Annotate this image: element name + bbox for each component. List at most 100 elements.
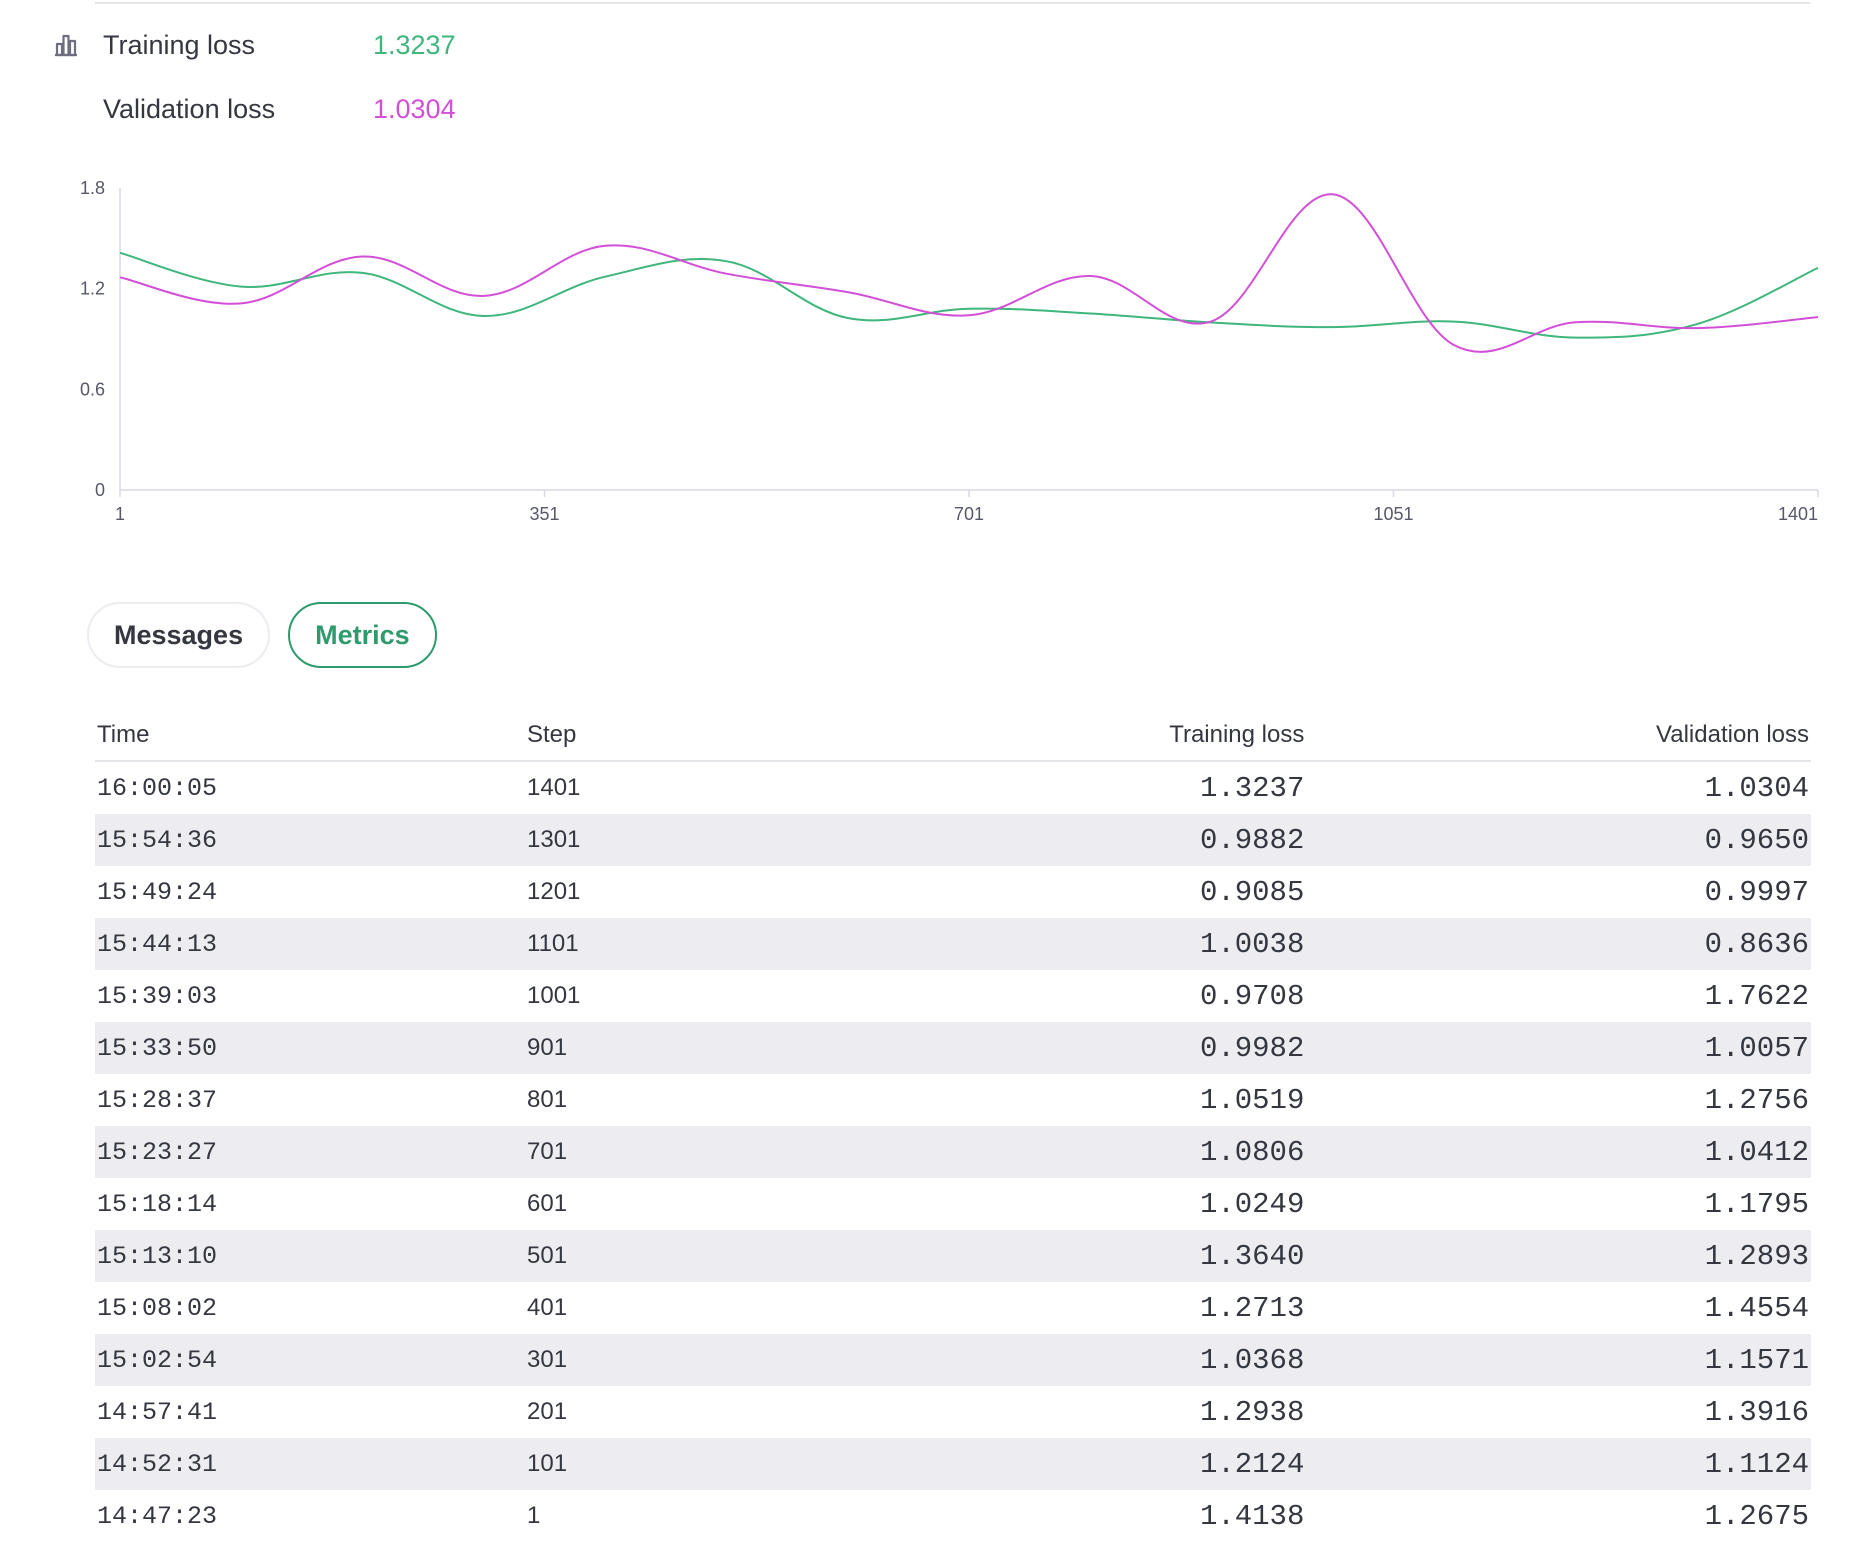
cell-validation: 1.7622	[1704, 979, 1809, 1013]
header-validation-loss: Validation loss	[1306, 710, 1811, 762]
validation-loss-value: 1.0304	[373, 93, 456, 124]
header-training-loss: Training loss	[859, 710, 1307, 762]
cell-training: 1.2938	[1199, 1395, 1305, 1429]
x-tick-label: 1	[115, 504, 125, 524]
table-body: 16:00:05 1401 1.3237 1.0304 15:54:36 1301 0.98…	[95, 761, 1811, 1542]
cell-training: 1.3237	[1199, 771, 1305, 805]
validation-loss-summary: Validation loss 1.0304	[50, 89, 456, 129]
cell-validation: 1.0412	[1306, 1126, 1811, 1178]
cell-time: 14:47:23	[97, 1501, 218, 1531]
cell-time: 15:33:50	[95, 1022, 525, 1074]
cell-validation: 0.9997	[1704, 875, 1809, 909]
metrics-table: Time Step Training loss Validation loss …	[95, 710, 1811, 1542]
cell-training: 1.3640	[859, 1230, 1307, 1282]
table-row: 15:39:03 1001 0.9708 1.7622	[95, 970, 1811, 1022]
cell-validation: 1.3916	[1704, 1395, 1809, 1429]
cell-training: 1.2713	[1199, 1291, 1305, 1325]
training-loss-summary: Training loss 1.3237	[50, 25, 456, 65]
cell-time: 15:13:10	[95, 1230, 525, 1282]
cell-time: 15:18:14	[97, 1189, 218, 1219]
cell-step: 1001	[527, 982, 581, 1009]
cell-time: 14:52:31	[95, 1438, 525, 1490]
cell-step: 401	[527, 1294, 568, 1321]
table-row: 15:08:02 401 1.2713 1.4554	[95, 1282, 1811, 1334]
table-row: 14:52:31 101 1.2124 1.1124	[95, 1438, 1811, 1490]
cell-training: 0.9882	[859, 814, 1307, 866]
cell-validation: 1.1795	[1704, 1187, 1809, 1221]
cell-time: 16:00:05	[97, 773, 218, 803]
x-tick-label: 1401	[1778, 504, 1818, 524]
cell-step: 1101	[525, 918, 859, 970]
tab-bar: Messages Metrics	[87, 602, 437, 668]
cell-time: 15:49:24	[97, 877, 218, 907]
x-tick-label: 351	[529, 504, 559, 524]
cell-training: 1.4138	[1199, 1499, 1305, 1533]
validation-loss-label: Validation loss	[103, 93, 276, 124]
cell-validation: 1.2893	[1306, 1230, 1811, 1282]
chart-lines	[119, 193, 1819, 353]
cell-time: 15:02:54	[95, 1334, 525, 1386]
y-tick-label: 1.8	[80, 178, 105, 198]
table-row: 14:47:23 1 1.4138 1.2675	[95, 1490, 1811, 1542]
cell-step: 801	[527, 1086, 568, 1113]
cell-training: 1.0249	[1199, 1187, 1305, 1221]
table-row: 15:28:37 801 1.0519 1.2756	[95, 1074, 1811, 1126]
cell-time: 15:28:37	[97, 1085, 218, 1115]
table-row: 16:00:05 1401 1.3237 1.0304	[95, 761, 1811, 814]
table-row: 14:57:41 201 1.2938 1.3916	[95, 1386, 1811, 1438]
cell-training: 1.0519	[1199, 1083, 1305, 1117]
cell-time: 15:23:27	[95, 1126, 525, 1178]
training-loss-label: Training loss	[103, 29, 256, 60]
cell-step: 1	[527, 1502, 541, 1529]
table-header-row: Time Step Training loss Validation loss	[95, 710, 1811, 762]
table-row: 15:33:50 901 0.9982 1.0057	[95, 1022, 1811, 1074]
cell-step: 601	[527, 1190, 568, 1217]
y-tick-label: 0	[95, 480, 105, 500]
cell-step: 501	[525, 1230, 859, 1282]
cell-training: 1.2124	[859, 1438, 1307, 1490]
cell-training: 0.9708	[1199, 979, 1305, 1013]
top-divider	[95, 2, 1810, 4]
y-tick-label: 1.2	[80, 279, 105, 299]
cell-validation: 1.1124	[1306, 1438, 1811, 1490]
tab-metrics[interactable]: Metrics	[288, 602, 437, 668]
x-tick-label: 1051	[1373, 504, 1413, 524]
table-row: 15:49:24 1201 0.9085 0.9997	[95, 866, 1811, 918]
cell-validation: 1.1571	[1306, 1334, 1811, 1386]
cell-validation: 0.8636	[1306, 918, 1811, 970]
cell-step: 701	[525, 1126, 859, 1178]
y-tick-label: 0.6	[80, 379, 105, 399]
cell-training: 0.9085	[1199, 875, 1305, 909]
tab-messages[interactable]: Messages	[87, 602, 271, 668]
table-row: 15:13:10 501 1.3640 1.2893	[95, 1230, 1811, 1282]
cell-validation: 1.2756	[1704, 1083, 1809, 1117]
cell-time: 15:08:02	[97, 1293, 218, 1323]
cell-step: 201	[527, 1398, 568, 1425]
chart-axes: 0 0.6 1.2 1.8 1 351 701 1051 1401	[80, 178, 1819, 524]
cell-training: 1.0368	[859, 1334, 1307, 1386]
header-step: Step	[525, 710, 859, 762]
cell-validation: 1.0304	[1704, 771, 1809, 805]
cell-step: 1201	[527, 878, 581, 905]
cell-training: 1.0806	[859, 1126, 1307, 1178]
cell-validation: 1.4554	[1704, 1291, 1809, 1325]
cell-validation: 1.2675	[1704, 1499, 1809, 1533]
header-time: Time	[95, 710, 525, 762]
table-row: 15:18:14 601 1.0249 1.1795	[95, 1178, 1811, 1230]
table-row: 15:44:13 1101 1.0038 0.8636	[95, 918, 1811, 970]
cell-validation: 0.9650	[1306, 814, 1811, 866]
loss-chart: 0 0.6 1.2 1.8 1 351 701 1051 1401	[80, 178, 1819, 524]
training-loss-value: 1.3237	[373, 29, 456, 60]
cell-step: 1401	[527, 774, 581, 801]
table-row: 15:02:54 301 1.0368 1.1571	[95, 1334, 1811, 1386]
cell-time: 15:44:13	[95, 918, 525, 970]
cell-step: 301	[525, 1334, 859, 1386]
cell-time: 15:39:03	[97, 981, 218, 1011]
table-row: 15:23:27 701 1.0806 1.0412	[95, 1126, 1811, 1178]
cell-time: 14:57:41	[97, 1397, 218, 1427]
x-tick-label: 701	[954, 504, 984, 524]
cell-training: 1.0038	[859, 918, 1307, 970]
bar-chart-icon	[50, 29, 82, 61]
cell-training: 0.9982	[859, 1022, 1307, 1074]
table-row: 15:54:36 1301 0.9882 0.9650	[95, 814, 1811, 866]
